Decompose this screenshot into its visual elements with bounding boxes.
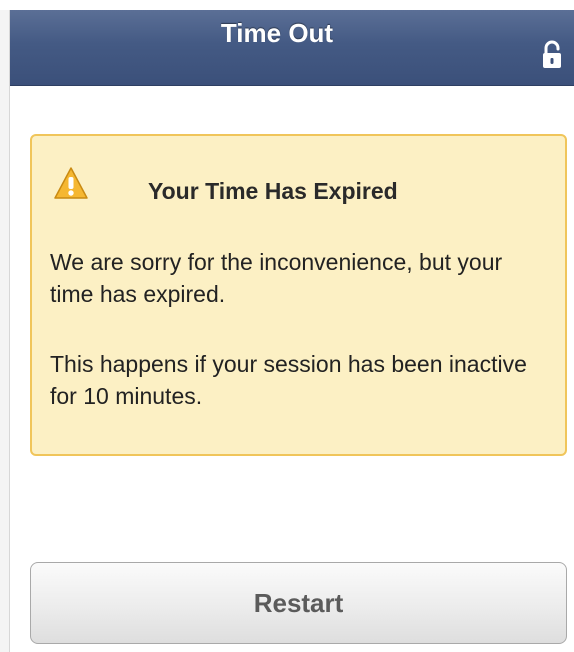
notice-title: Your Time Has Expired bbox=[148, 178, 398, 204]
top-strip bbox=[0, 0, 574, 10]
warning-icon bbox=[54, 167, 88, 199]
notice-detail: This happens if your session has been in… bbox=[50, 351, 527, 409]
unlocked-lock-icon[interactable] bbox=[540, 40, 564, 70]
restart-button[interactable]: Restart bbox=[30, 562, 567, 644]
left-edge bbox=[0, 10, 10, 652]
notice-message: We are sorry for the inconvenience, but … bbox=[50, 249, 503, 307]
session-expired-notice: Your Time Has Expired We are sorry for t… bbox=[30, 134, 567, 456]
page-title: Time Out bbox=[220, 18, 334, 48]
page-frame: Time Out Your Time Has Expired We are so… bbox=[0, 0, 574, 652]
